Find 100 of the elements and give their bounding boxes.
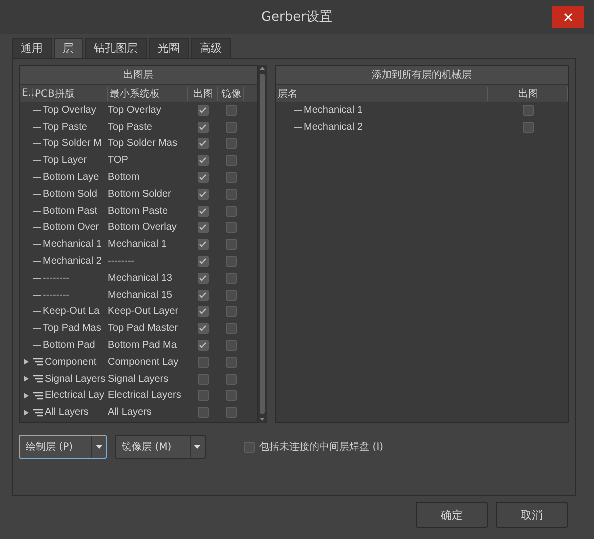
dropdown-label[interactable]: 镜像层 (M) bbox=[116, 436, 191, 458]
checkbox[interactable] bbox=[226, 104, 236, 116]
checkbox[interactable] bbox=[198, 272, 208, 284]
column-header: 出图 bbox=[188, 86, 218, 100]
checkbox[interactable] bbox=[198, 390, 208, 402]
split-button[interactable]: 镜像层 (M) bbox=[115, 435, 206, 459]
tree-line bbox=[294, 110, 302, 111]
layers-icon bbox=[33, 375, 43, 384]
checkbox[interactable] bbox=[198, 155, 208, 166]
layer-name: Mechanical 1 bbox=[108, 239, 168, 250]
checkbox[interactable] bbox=[226, 407, 236, 418]
dropdown-label[interactable]: 绘制层 (P) bbox=[20, 436, 92, 458]
checkbox[interactable] bbox=[226, 356, 236, 368]
tab[interactable]: 光圈 bbox=[149, 38, 189, 58]
checkbox[interactable] bbox=[198, 104, 208, 116]
tree-line bbox=[33, 311, 41, 312]
tab[interactable]: 高级 bbox=[191, 38, 231, 58]
checkbox[interactable] bbox=[522, 104, 534, 116]
checkbox[interactable] bbox=[198, 222, 208, 234]
checkbox[interactable] bbox=[226, 206, 236, 217]
layer-name: Bottom Pad bbox=[43, 340, 96, 352]
close-icon bbox=[564, 12, 572, 22]
layer-name: Top Pad Master bbox=[108, 323, 180, 334]
column-header: 出图 bbox=[488, 86, 568, 100]
layer-name: Keep-Out Layer bbox=[108, 306, 180, 318]
layer-name: TOP bbox=[108, 155, 130, 166]
checkbox[interactable] bbox=[198, 356, 208, 368]
checkbox[interactable] bbox=[198, 323, 208, 334]
layer-name: Bottom Solder bbox=[108, 188, 172, 200]
tree-line bbox=[33, 143, 41, 144]
layer-name: Component Lay bbox=[108, 356, 180, 368]
split-button[interactable]: 绘制层 (P) bbox=[19, 435, 108, 459]
tree-line bbox=[33, 328, 41, 330]
expand-icon[interactable] bbox=[24, 359, 29, 366]
scroll-down-icon[interactable] bbox=[260, 418, 266, 421]
tree-line bbox=[33, 194, 41, 195]
checkbox[interactable] bbox=[226, 122, 236, 133]
dialog-button[interactable]: 取消 bbox=[496, 502, 568, 528]
checkbox[interactable] bbox=[226, 222, 236, 234]
close-button[interactable] bbox=[552, 6, 584, 28]
expand-icon[interactable] bbox=[24, 392, 29, 399]
tab[interactable]: 通用 bbox=[12, 38, 52, 58]
checkbox[interactable] bbox=[226, 390, 236, 402]
column-header: 最小系统板 bbox=[108, 86, 188, 100]
layer-name: Bottom Overlay bbox=[108, 222, 178, 234]
checkbox[interactable] bbox=[198, 172, 208, 184]
checkbox[interactable] bbox=[198, 306, 208, 318]
tree-line bbox=[33, 244, 41, 246]
tree-line bbox=[33, 210, 41, 212]
checkbox[interactable] bbox=[226, 188, 236, 200]
table-title: 出图层 bbox=[20, 66, 258, 85]
layer-name: Signal Layers bbox=[108, 374, 170, 385]
checkbox[interactable] bbox=[244, 442, 255, 452]
layer-name: Bottom bbox=[108, 172, 141, 184]
tree-line bbox=[294, 126, 302, 128]
checkbox[interactable] bbox=[226, 340, 236, 352]
layer-name: Bottom Sold bbox=[43, 188, 98, 200]
checkbox[interactable] bbox=[198, 122, 208, 133]
layer-name: Bottom Laye bbox=[43, 172, 100, 184]
column-header: 层名 bbox=[276, 86, 488, 100]
tab[interactable]: 层 bbox=[54, 38, 83, 58]
layer-name: Electrical Layers bbox=[108, 390, 182, 402]
checkbox[interactable] bbox=[522, 122, 534, 133]
tab[interactable]: 钻孔图层 bbox=[85, 38, 147, 58]
layer-name: Bottom Pad Ma bbox=[108, 340, 178, 352]
checkbox[interactable] bbox=[198, 340, 208, 352]
checkbox[interactable] bbox=[226, 138, 236, 150]
checkbox[interactable] bbox=[198, 206, 208, 217]
expand-icon[interactable] bbox=[24, 376, 29, 382]
checkbox[interactable] bbox=[198, 374, 208, 385]
checkbox[interactable] bbox=[198, 256, 208, 268]
checkbox[interactable] bbox=[226, 272, 236, 284]
checkbox[interactable] bbox=[226, 239, 236, 250]
checkbox[interactable] bbox=[198, 188, 208, 200]
tree-line bbox=[33, 278, 41, 279]
checkbox[interactable] bbox=[198, 407, 208, 418]
layer-name: -------- bbox=[43, 290, 70, 301]
checkbox[interactable] bbox=[226, 155, 236, 166]
checkbox[interactable] bbox=[226, 290, 236, 301]
layer-name: Top Pad Mas bbox=[43, 323, 102, 334]
checkbox[interactable] bbox=[226, 256, 236, 268]
checkbox[interactable] bbox=[198, 290, 208, 301]
tree-line bbox=[33, 227, 41, 228]
checkbox[interactable] bbox=[226, 374, 236, 385]
checkbox-label: 包括未连接的中间层焊盘 (I) bbox=[260, 440, 384, 454]
scrollbar[interactable] bbox=[258, 65, 267, 423]
checkbox[interactable] bbox=[226, 323, 236, 334]
tree-line bbox=[33, 160, 41, 162]
expand-icon[interactable] bbox=[24, 410, 29, 416]
tree-line bbox=[33, 261, 41, 262]
checkbox[interactable] bbox=[226, 306, 236, 318]
checkbox[interactable] bbox=[198, 138, 208, 150]
window-title: Gerber设置 bbox=[261, 9, 332, 26]
checkbox[interactable] bbox=[226, 172, 236, 184]
layer-name: Top Solder Mas bbox=[108, 138, 178, 150]
scroll-up-icon[interactable] bbox=[260, 67, 266, 70]
table-title: 添加到所有层的机械层 bbox=[276, 66, 568, 85]
dialog-button[interactable]: 确定 bbox=[416, 502, 488, 528]
layer-name: All Layers bbox=[45, 407, 89, 418]
checkbox[interactable] bbox=[198, 239, 208, 250]
